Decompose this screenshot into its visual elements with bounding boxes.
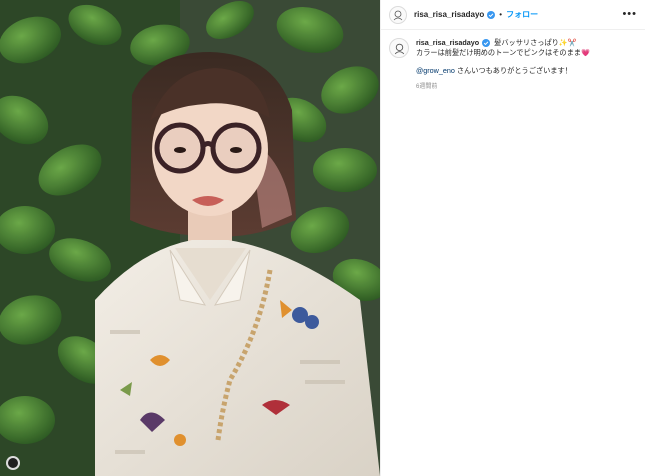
mention-link[interactable]: @grow_eno (416, 66, 455, 75)
carousel-indicator-icon[interactable] (6, 456, 20, 470)
portrait-image (0, 0, 380, 476)
caption-thanks: さんいつもありがとうございます！ (454, 66, 572, 75)
dot-separator: • (499, 10, 503, 19)
instagram-post: risa_risa_risadayo • フォロー ••• risa_risa_… (0, 0, 645, 476)
avatar-sketch-icon (393, 10, 403, 20)
caption-body: risa_risa_risadayo 髪バッサリさっぱり✨✂️ カラーは前髪だけ… (416, 38, 590, 92)
verified-badge-icon (482, 39, 491, 47)
caption-line-1: 髪バッサリさっぱり✨✂️ (494, 38, 577, 47)
avatar-sketch-icon (394, 43, 404, 54)
post-sidebar: risa_risa_risadayo • フォロー ••• risa_risa_… (380, 0, 645, 476)
post-timestamp[interactable]: 6週間前 (416, 82, 590, 92)
avatar[interactable] (389, 5, 407, 24)
post-header: risa_risa_risadayo • フォロー ••• (381, 0, 645, 30)
post-caption: risa_risa_risadayo 髪バッサリさっぱり✨✂️ カラーは前髪だけ… (381, 30, 645, 92)
verified-badge-icon (487, 10, 496, 19)
caption-avatar[interactable] (389, 38, 409, 58)
post-photo[interactable] (0, 0, 380, 476)
caption-username-link[interactable]: risa_risa_risadayo (416, 38, 479, 48)
caption-line-2: カラーは前髪だけ明めのトーンでピンクはそのまま💗 (416, 48, 590, 57)
follow-button[interactable]: フォロー (506, 9, 538, 20)
username-link[interactable]: risa_risa_risadayo (414, 10, 484, 19)
more-options-icon[interactable]: ••• (622, 9, 637, 20)
caption-line-3: @grow_eno さんいつもありがとうございます！ (416, 66, 590, 76)
